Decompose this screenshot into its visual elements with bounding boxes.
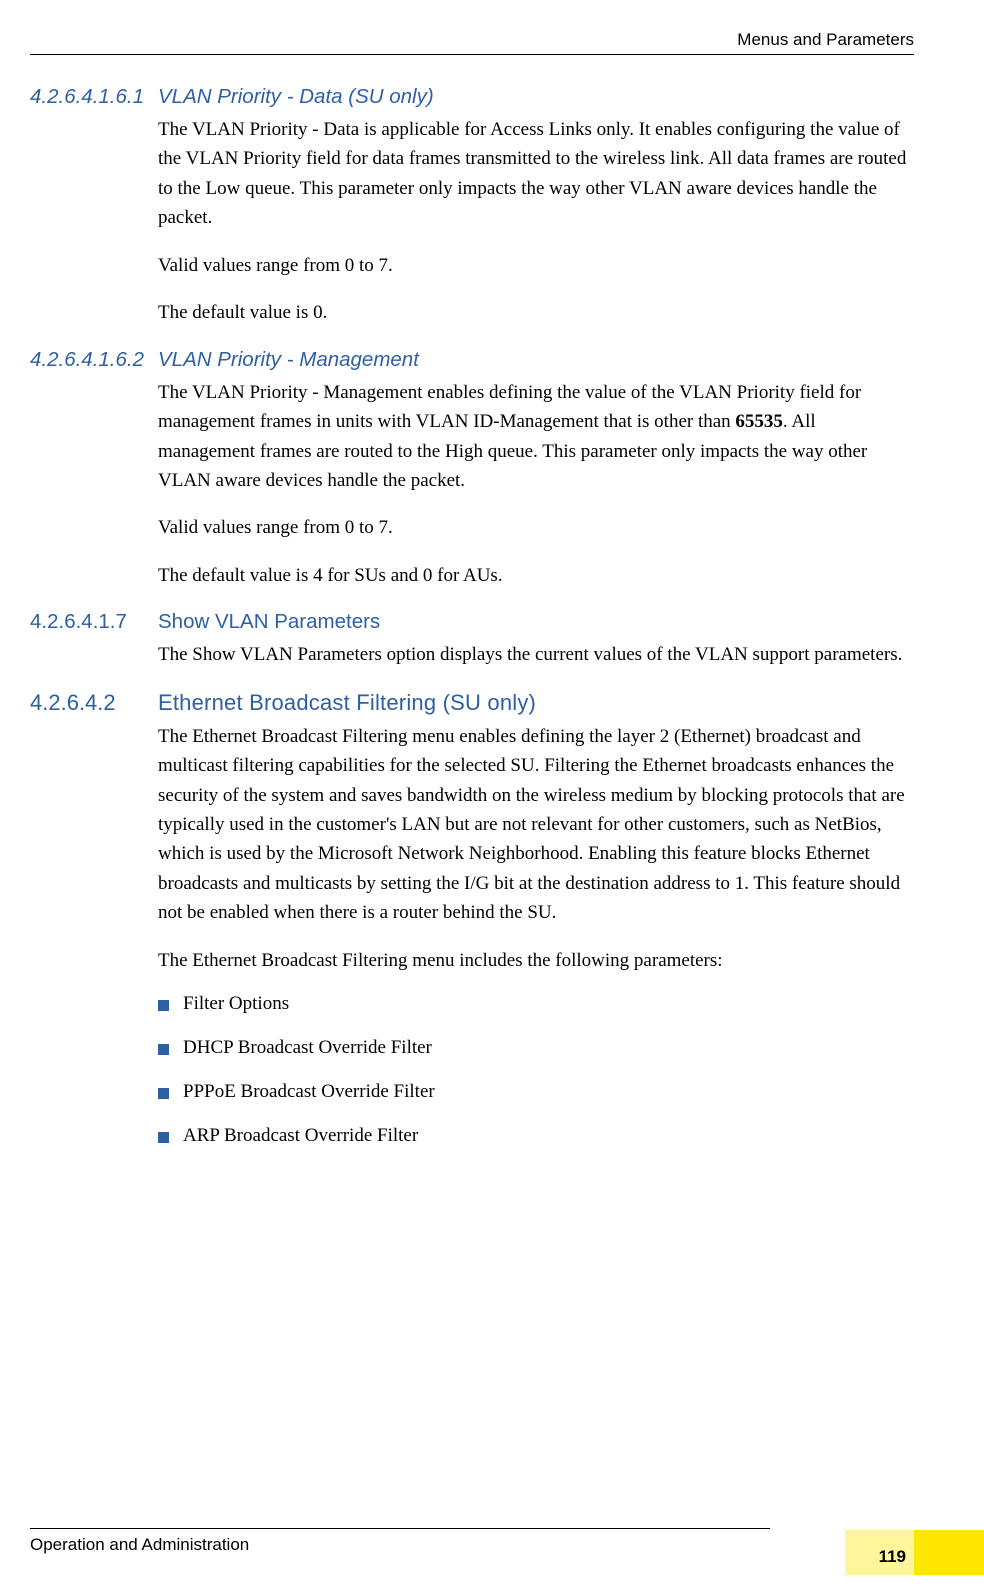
bold-text: 65535 xyxy=(735,411,783,432)
body-paragraph: Valid values range from 0 to 7. xyxy=(158,251,914,280)
body-paragraph: The Ethernet Broadcast Filtering menu en… xyxy=(158,722,914,928)
footer-accent xyxy=(914,1530,984,1575)
footer-divider xyxy=(30,1528,770,1529)
footer-text: Operation and Administration xyxy=(30,1535,924,1555)
body-paragraph: The Ethernet Broadcast Filtering menu in… xyxy=(158,946,914,975)
body-paragraph: The default value is 0. xyxy=(158,298,914,327)
bullet-icon xyxy=(158,1000,169,1011)
body-paragraph: The default value is 4 for SUs and 0 for… xyxy=(158,561,914,590)
bullet-icon xyxy=(158,1132,169,1143)
body-paragraph: The VLAN Priority - Data is applicable f… xyxy=(158,115,914,233)
section-number: 4.2.6.4.1.6.2 xyxy=(30,346,158,372)
body-paragraph: The VLAN Priority - Management enables d… xyxy=(158,378,914,496)
section-title: VLAN Priority - Data (SU only) xyxy=(158,83,434,109)
section-title: Ethernet Broadcast Filtering (SU only) xyxy=(158,688,536,716)
list-item-label: PPPoE Broadcast Override Filter xyxy=(183,1081,435,1103)
section-title: VLAN Priority - Management xyxy=(158,346,419,372)
body-paragraph: The Show VLAN Parameters option displays… xyxy=(158,640,914,669)
section-number: 4.2.6.4.1.7 xyxy=(30,608,158,634)
bullet-icon xyxy=(158,1044,169,1055)
header-chapter: Menus and Parameters xyxy=(30,30,914,55)
list-item: Filter Options xyxy=(158,993,914,1015)
section-number: 4.2.6.4.1.6.1 xyxy=(30,83,158,109)
list-item-label: Filter Options xyxy=(183,993,289,1015)
list-item: PPPoE Broadcast Override Filter xyxy=(158,1081,914,1103)
bullet-list: Filter Options DHCP Broadcast Override F… xyxy=(158,993,914,1147)
list-item: ARP Broadcast Override Filter xyxy=(158,1125,914,1147)
body-paragraph: Valid values range from 0 to 7. xyxy=(158,513,914,542)
list-item: DHCP Broadcast Override Filter xyxy=(158,1037,914,1059)
list-item-label: ARP Broadcast Override Filter xyxy=(183,1125,418,1147)
section-number: 4.2.6.4.2 xyxy=(30,688,158,716)
page-number: 119 xyxy=(879,1547,906,1567)
page-footer: Operation and Administration xyxy=(30,1528,924,1555)
list-item-label: DHCP Broadcast Override Filter xyxy=(183,1037,432,1059)
section-title: Show VLAN Parameters xyxy=(158,608,380,634)
bullet-icon xyxy=(158,1088,169,1099)
